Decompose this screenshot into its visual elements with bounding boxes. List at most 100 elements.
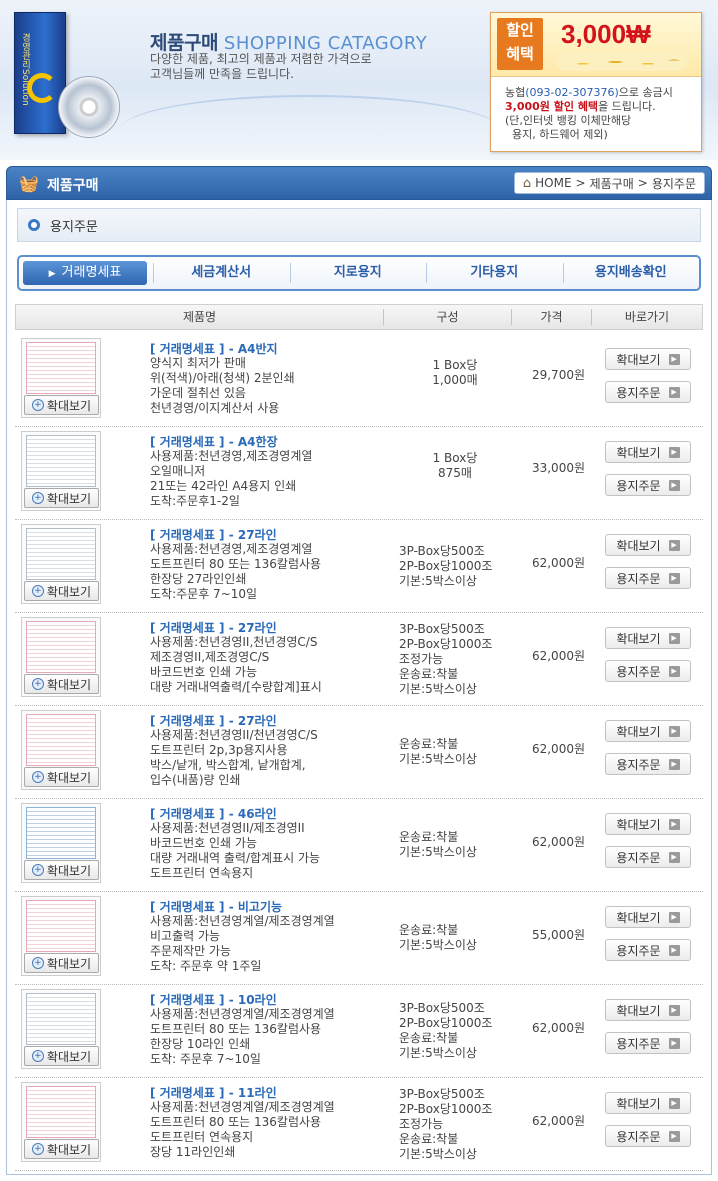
breadcrumb-purchase[interactable]: 제품구매 <box>590 175 634 192</box>
order-paper-button[interactable]: 용지주문 ▶ <box>605 846 691 868</box>
thumbnail-zoom-button[interactable]: + 확대보기 <box>24 488 99 508</box>
product-thumbnail[interactable]: + 확대보기 <box>21 1082 101 1162</box>
tab-delivery-check[interactable]: 용지배송확인 <box>562 261 700 285</box>
order-paper-button[interactable]: 용지주문 ▶ <box>605 567 691 589</box>
zoom-button[interactable]: 확대보기 ▶ <box>605 627 691 649</box>
thumbnail-zoom-button[interactable]: + 확대보기 <box>24 581 99 601</box>
product-description: 사용제품:천년경영II/제조경영II 바코드번호 인쇄 가능 대량 거래내역 출력/… <box>150 821 321 880</box>
arrow-right-icon: ▶ <box>668 758 680 770</box>
zoom-button[interactable]: 확대보기 ▶ <box>605 534 691 556</box>
arrow-right-icon: ▶ <box>668 353 680 365</box>
product-composition: 3P-Box당500조 2P-Box당1000조 운송료:착불 기본:5박스이상 <box>399 1001 493 1060</box>
magnifier-icon: + <box>31 771 44 783</box>
order-paper-button[interactable]: 용지주문 ▶ <box>605 939 691 961</box>
banner-subtitle: 다양한 제품, 최고의 제품과 저렴한 가격으로 고객님들께 만족을 드립니다. <box>150 52 372 81</box>
product-description: 사용제품:천년경영계열/제조경영계열 비고출력 가능 주문제작만 가능 도착: 주문후… <box>150 914 335 973</box>
product-description: 양식지 최저가 판매 위(적색)/아래(청색) 2분인쇄 가운데 절취선 있음 천년경… <box>150 356 295 415</box>
product-name[interactable]: [ 거래명세표 ] - 11라인 <box>150 1084 277 1101</box>
order-paper-button[interactable]: 용지주문 ▶ <box>605 474 691 496</box>
product-composition: 3P-Box당500조 2P-Box당1000조 조정가능 운송료:착불 기본:5박스이… <box>399 1087 493 1161</box>
product-name[interactable]: [ 거래명세표 ] - 27라인 <box>150 619 277 636</box>
magnifier-icon: + <box>31 678 44 690</box>
product-composition: 3P-Box당500조 2P-Box당1000조 기본:5박스이상 <box>399 544 493 588</box>
table-row: + 확대보기 [ 거래명세표 ] - 11라인 사용제품:천년경영계열/제조경영계열 도… <box>15 1078 703 1171</box>
product-name[interactable]: [ 거래명세표 ] - A4한장 <box>150 433 278 450</box>
order-paper-button[interactable]: 용지주문 ▶ <box>605 753 691 775</box>
order-paper-button[interactable]: 용지주문 ▶ <box>605 381 691 403</box>
product-thumbnail[interactable]: + 확대보기 <box>21 989 101 1069</box>
product-price: 29,700원 <box>531 368 585 382</box>
header-price: 가격 <box>512 309 592 325</box>
product-thumbnail[interactable]: + 확대보기 <box>21 896 101 976</box>
cd-disc-icon <box>58 76 120 138</box>
thumbnail-zoom-button[interactable]: + 확대보기 <box>24 674 99 694</box>
page-subheading: 용지주문 <box>17 208 701 242</box>
table-row: + 확대보기 [ 거래명세표 ] - A4반지 양식지 최저가 판매 위(적색)/아래(… <box>15 334 703 427</box>
order-paper-button[interactable]: 용지주문 ▶ <box>605 660 691 682</box>
product-thumbnail[interactable]: + 확대보기 <box>21 617 101 697</box>
header-product: 제품명 <box>16 309 384 325</box>
product-name[interactable]: [ 거래명세표 ] - 비고기능 <box>150 898 282 915</box>
thumbnail-zoom-button[interactable]: + 확대보기 <box>24 1139 99 1159</box>
thumbnail-zoom-button[interactable]: + 확대보기 <box>24 860 99 880</box>
magnifier-icon: + <box>31 399 44 411</box>
tab-other-paper[interactable]: 기타용지 <box>426 261 563 285</box>
product-description: 사용제품:천년경영,제조경영계열 오일매니저 21또는 42라인 A4용지 인쇄 도착… <box>150 449 313 508</box>
arrow-right-icon: ▶ <box>668 572 680 584</box>
product-thumbnail[interactable]: + 확대보기 <box>21 524 101 604</box>
product-description: 사용제품:천년경영II,천년경영C/S 제조경영II,제조경영C/S 바코드번호 인… <box>150 635 322 694</box>
thumbnail-zoom-button[interactable]: + 확대보기 <box>24 1046 99 1066</box>
magnifier-icon: + <box>31 492 44 504</box>
zoom-button[interactable]: 확대보기 ▶ <box>605 999 691 1021</box>
product-price: 62,000원 <box>531 556 585 570</box>
thumbnail-zoom-button[interactable]: + 확대보기 <box>24 395 99 415</box>
product-thumbnail[interactable]: + 확대보기 <box>21 710 101 790</box>
product-name[interactable]: [ 거래명세표 ] - A4반지 <box>150 340 278 357</box>
tab-tax-invoice[interactable]: 세금계산서 <box>153 261 290 285</box>
product-thumbnail[interactable]: + 확대보기 <box>21 431 101 511</box>
zoom-button[interactable]: 확대보기 ▶ <box>605 906 691 928</box>
form-preview-image <box>26 714 96 766</box>
tab-giro-paper[interactable]: 지로용지 <box>289 261 427 285</box>
product-description: 사용제품:천년경영계열/제조경영계열 도트프린터 80 또는 136칼럼사용 한장당… <box>150 1007 335 1066</box>
discount-amount: 3,000₩ <box>561 19 651 49</box>
breadcrumb-home[interactable]: HOME <box>535 176 571 190</box>
product-description: 사용제품:천년경영,제조경영계열 도트프린터 80 또는 136칼럼사용 한장당 2… <box>150 542 322 601</box>
product-description: 사용제품:천년경영계열/제조경영계열 도트프린터 80 또는 136칼럼사용 도트프… <box>150 1100 335 1159</box>
table-row: + 확대보기 [ 거래명세표 ] - 10라인 사용제품:천년경영계열/제조경영계열 도… <box>15 985 703 1078</box>
product-price: 62,000원 <box>531 742 585 756</box>
zoom-button[interactable]: 확대보기 ▶ <box>605 720 691 742</box>
tab-arrow-icon: ▶ <box>48 269 56 279</box>
zoom-button[interactable]: 확대보기 ▶ <box>605 441 691 463</box>
tab-invoice[interactable]: ▶ 거래명세표 <box>23 261 147 285</box>
zoom-button[interactable]: 확대보기 ▶ <box>605 1092 691 1114</box>
product-thumbnail[interactable]: + 확대보기 <box>21 803 101 883</box>
form-preview-image <box>26 1086 96 1138</box>
bullet-circle-icon <box>28 219 40 231</box>
order-paper-button[interactable]: 용지주문 ▶ <box>605 1125 691 1147</box>
thumbnail-zoom-button[interactable]: + 확대보기 <box>24 767 99 787</box>
arrow-right-icon: ▶ <box>668 1037 680 1049</box>
table-row: + 확대보기 [ 거래명세표 ] - A4한장 사용제품:천년경영,제조경영계열 오일매… <box>15 427 703 520</box>
arrow-right-icon: ▶ <box>668 1004 680 1016</box>
home-icon[interactable]: ⌂ <box>523 176 531 191</box>
banner-title: 제품구매 SHOPPING CATAGORY <box>150 32 428 54</box>
coins-icon <box>557 53 687 71</box>
product-name[interactable]: [ 거래명세표 ] - 27라인 <box>150 526 277 543</box>
product-name[interactable]: [ 거래명세표 ] - 10라인 <box>150 991 277 1008</box>
order-paper-button[interactable]: 용지주문 ▶ <box>605 1032 691 1054</box>
magnifier-icon: + <box>31 1050 44 1062</box>
arrow-right-icon: ▶ <box>668 446 680 458</box>
zoom-button[interactable]: 확대보기 ▶ <box>605 348 691 370</box>
arrow-right-icon: ▶ <box>668 1097 680 1109</box>
zoom-button[interactable]: 확대보기 ▶ <box>605 813 691 835</box>
product-name[interactable]: [ 거래명세표 ] - 27라인 <box>150 712 277 729</box>
product-name[interactable]: [ 거래명세표 ] - 46라인 <box>150 805 277 822</box>
form-preview-image <box>26 900 96 952</box>
table-row: + 확대보기 [ 거래명세표 ] - 27라인 사용제품:천년경영,제조경영계열 도트프… <box>15 520 703 613</box>
product-thumbnail[interactable]: + 확대보기 <box>21 338 101 418</box>
discount-tag: 할인 혜택 <box>497 18 543 70</box>
product-composition: 3P-Box당500조 2P-Box당1000조 조정가능 운송료:착불 기본:5박스이… <box>399 622 493 696</box>
thumbnail-zoom-button[interactable]: + 확대보기 <box>24 953 99 973</box>
discount-promo-box: 할인 혜택 3,000₩ 농협(093-02-307376)으로 송금시 3,00… <box>490 12 702 152</box>
